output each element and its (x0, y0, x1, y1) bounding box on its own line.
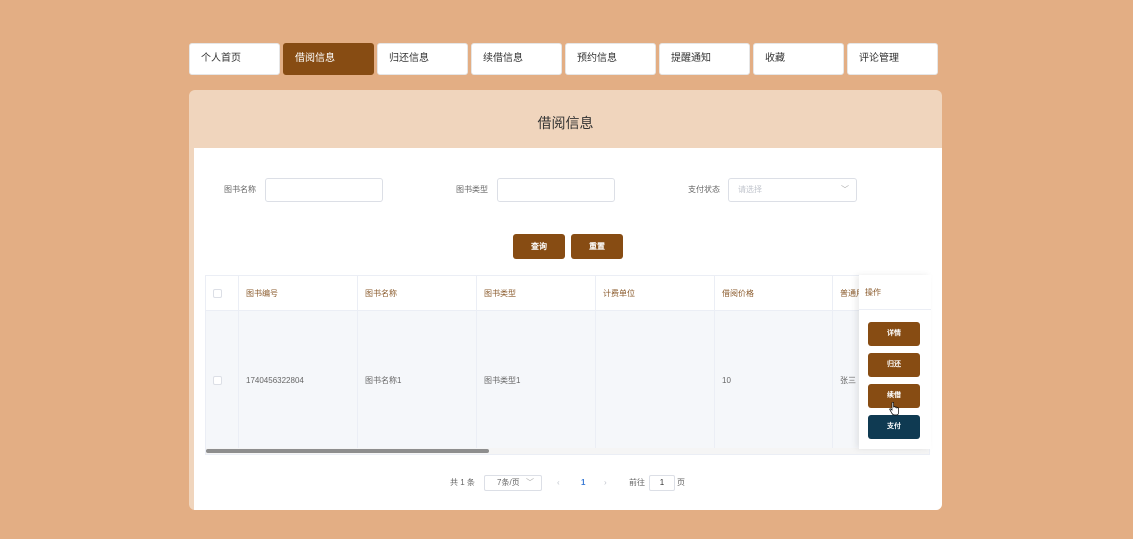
next-page-icon[interactable]: › (604, 475, 607, 491)
pay-button[interactable]: 支付 (868, 415, 920, 439)
chevron-down-icon: ﹀ (841, 185, 849, 194)
select-all-checkbox[interactable] (213, 288, 222, 298)
cell-book-no: 1740456322804 (239, 311, 358, 449)
col-header-price[interactable]: 借阅价格 (715, 276, 833, 310)
return-button[interactable]: 归还 (868, 353, 920, 377)
reset-button[interactable]: 重置 (571, 234, 623, 259)
goto-label: 前往 (629, 478, 645, 487)
cell-price: 10 (715, 311, 833, 449)
tab-renew-info[interactable]: 续借信息 (471, 43, 562, 75)
content-area: 图书名称 图书类型 支付状态 请选择 ﹀ 查询 重置 图书编号 图书名称 图书类… (194, 148, 942, 510)
hand-cursor-icon (889, 402, 899, 416)
pay-status-select[interactable]: 请选择 ﹀ (728, 178, 857, 202)
book-name-input[interactable] (265, 178, 383, 202)
page-size-value: 7条/页 (497, 478, 520, 487)
top-tabs: 个人首页 借阅信息 归还信息 续借信息 预约信息 提醒通知 收藏 评论管理 (189, 43, 938, 75)
table-header: 图书编号 图书名称 图书类型 计费单位 借阅价格 普通用 (206, 276, 929, 311)
main-panel: 借阅信息 图书名称 图书类型 支付状态 请选择 ﹀ 查询 重置 图书编号 图书名… (189, 90, 942, 510)
pagination-total: 共 1 条 (450, 478, 475, 487)
book-type-input[interactable] (497, 178, 615, 202)
col-header-book-no[interactable]: 图书编号 (239, 276, 358, 310)
tab-comments[interactable]: 评论管理 (847, 43, 938, 75)
page-suffix: 页 (677, 478, 685, 487)
page-title: 借阅信息 (537, 115, 594, 131)
cell-billing-unit (596, 311, 715, 449)
pagination: 共 1 条 7条/页 ﹀ ‹ 1 › 前往 1 页 (194, 475, 942, 491)
col-header-billing-unit[interactable]: 计费单位 (596, 276, 715, 310)
tab-return-info[interactable]: 归还信息 (377, 43, 468, 75)
detail-button[interactable]: 详情 (868, 322, 920, 346)
col-header-actions: 操作 (859, 275, 931, 310)
current-page-number[interactable]: 1 (581, 475, 585, 491)
row-checkbox[interactable] (213, 375, 222, 385)
pay-status-placeholder: 请选择 (738, 185, 762, 194)
tab-reservation-info[interactable]: 预约信息 (565, 43, 656, 75)
header-checkbox-cell (206, 276, 239, 310)
tab-favorites[interactable]: 收藏 (753, 43, 844, 75)
horizontal-scrollbar[interactable] (206, 448, 929, 454)
actions-column: 操作 详情 归还 续借 支付 (859, 275, 931, 449)
tab-borrow-info[interactable]: 借阅信息 (283, 43, 374, 75)
col-header-book-type[interactable]: 图书类型 (477, 276, 596, 310)
page-size-select[interactable]: 7条/页 ﹀ (484, 475, 542, 491)
pay-status-label: 支付状态 (688, 185, 720, 194)
borrow-table: 图书编号 图书名称 图书类型 计费单位 借阅价格 普通用 17404563228… (205, 275, 930, 455)
goto-page-input[interactable]: 1 (649, 475, 675, 491)
query-button[interactable]: 查询 (513, 234, 565, 259)
filter-bar: 图书名称 图书类型 支付状态 请选择 ﹀ (194, 178, 942, 202)
row-checkbox-cell (206, 311, 239, 449)
book-name-label: 图书名称 (224, 185, 256, 194)
tab-reminders[interactable]: 提醒通知 (659, 43, 750, 75)
book-type-label: 图书类型 (456, 185, 488, 194)
col-header-book-name[interactable]: 图书名称 (358, 276, 477, 310)
scrollbar-thumb[interactable] (206, 449, 489, 453)
chevron-down-icon: ﹀ (526, 478, 534, 487)
table-row: 1740456322804 图书名称1 图书类型1 10 张三 (206, 311, 929, 449)
tab-home[interactable]: 个人首页 (189, 43, 280, 75)
cell-book-type: 图书类型1 (477, 311, 596, 449)
prev-page-icon[interactable]: ‹ (557, 475, 560, 491)
cell-book-name: 图书名称1 (358, 311, 477, 449)
